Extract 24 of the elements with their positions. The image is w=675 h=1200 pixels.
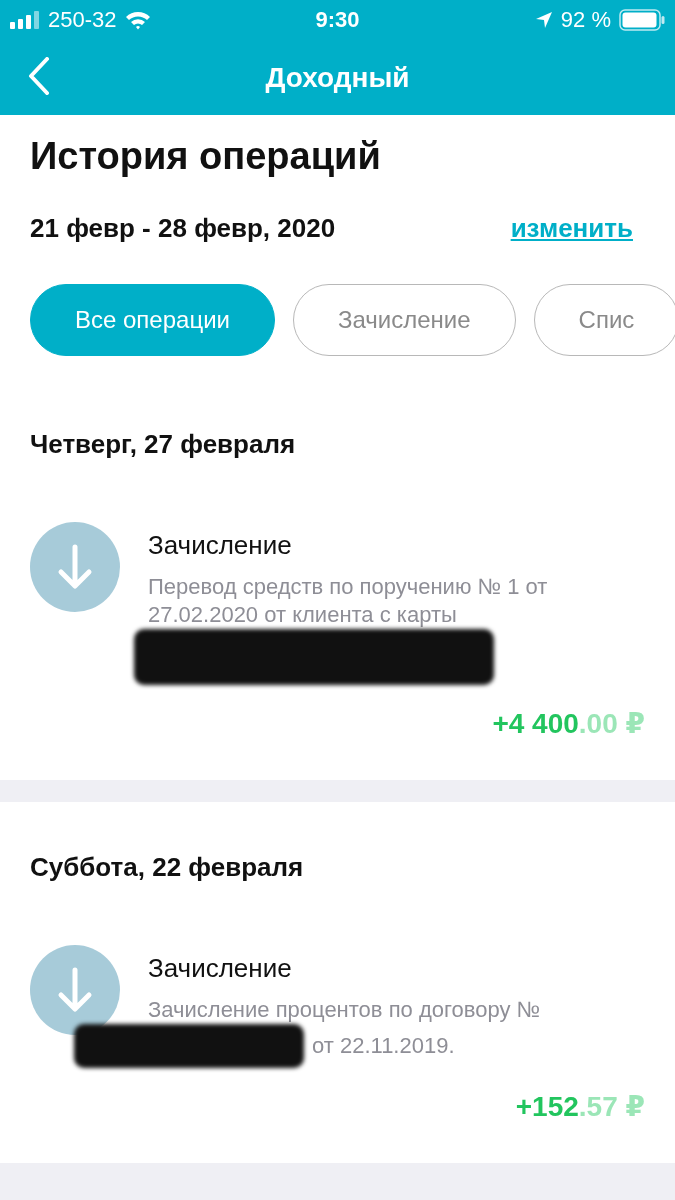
operation-description: Зачисление процентов по договору № (148, 996, 542, 1024)
operation-title: Зачисление (148, 530, 293, 561)
carrier-text: 250-32 (48, 7, 117, 33)
filter-chip[interactable]: Зачисление (292, 284, 516, 356)
operation-title: Зачисление (148, 953, 293, 984)
wifi-icon (124, 10, 151, 30)
signal-icon (10, 11, 40, 29)
location-arrow-icon (534, 11, 553, 29)
change-link[interactable]: изменить (510, 213, 633, 244)
operation-description: от 22.11.2019. (312, 1032, 455, 1060)
date-range: 21 февр - 28 февр, 2020 (30, 213, 336, 244)
day-header: Суббота, 22 февраля (30, 852, 305, 883)
filter-chip[interactable]: Все операции (30, 284, 275, 356)
page-title: История операций (30, 135, 382, 179)
operation-amount: +152.57 ₽ (514, 1090, 645, 1123)
day-header: Четверг, 27 февраля (30, 429, 297, 460)
battery-percent-text: 92 % (560, 7, 611, 33)
battery-icon (619, 9, 665, 31)
clock-text: 9:30 (315, 7, 360, 33)
operation-description: Перевод средств по поручению № 1 от 27.02.2020 от клиента с карты (148, 573, 549, 629)
operation-amount: +4 400.00 ₽ (491, 707, 645, 740)
back-icon[interactable] (28, 57, 50, 95)
nav-title: Доходный (265, 61, 410, 94)
filter-chip[interactable]: Спис (533, 284, 675, 356)
